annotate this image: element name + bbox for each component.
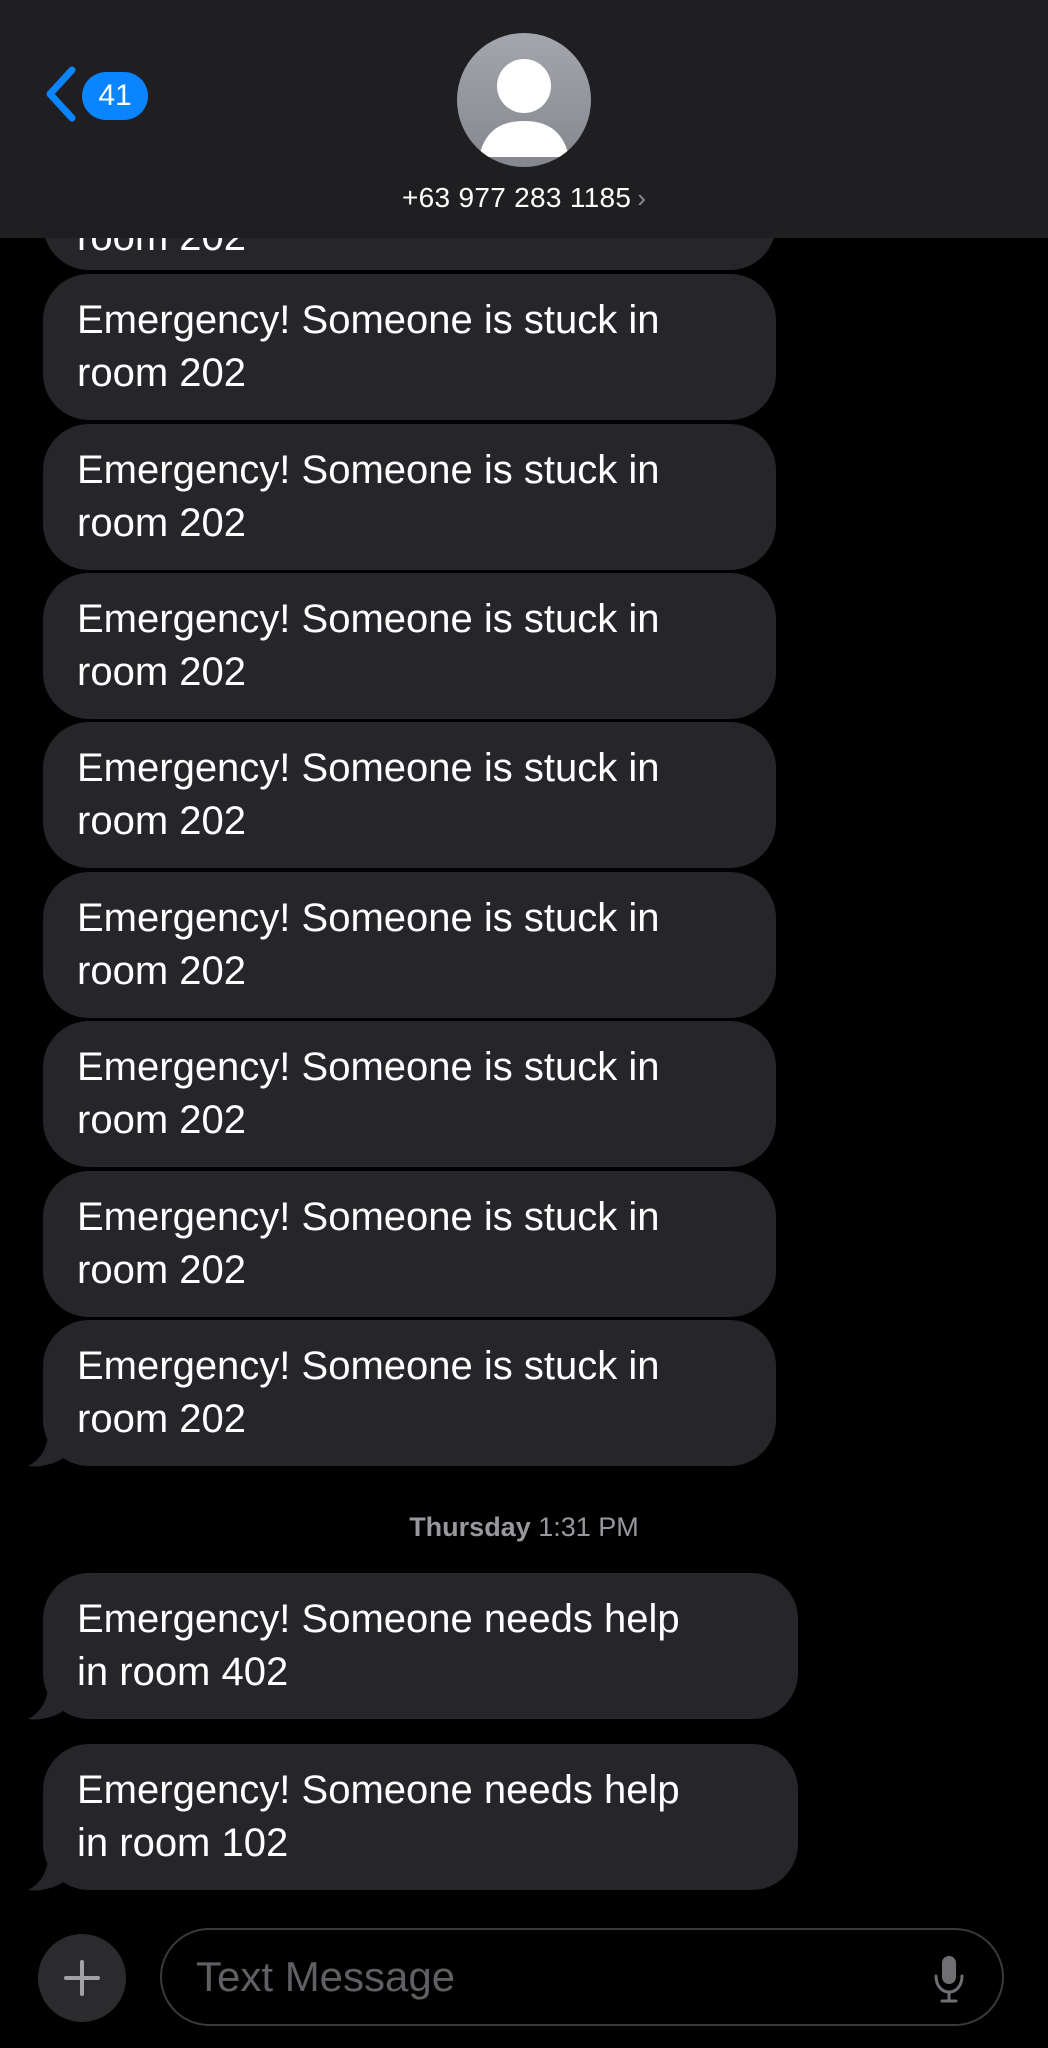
message-text: Emergency! Someone is stuck in room 202 — [77, 298, 660, 395]
message-bubble[interactable]: Emergency! Someone is stuck in room 202 — [43, 573, 776, 719]
message-bubble[interactable]: Emergency! Someone is stuck in room 202 — [43, 1171, 776, 1317]
person-silhouette-icon — [479, 59, 569, 157]
plus-icon — [64, 1960, 100, 1996]
bubble-tail — [28, 1432, 66, 1467]
timestamp-time: 1:31 PM — [538, 1512, 639, 1542]
message-text: Emergency! Someone needs help in room 10… — [77, 1768, 680, 1865]
conversation-header: 41 +63 977 283 1185 › — [0, 0, 1048, 238]
message-input-placeholder: Text Message — [196, 1953, 456, 2000]
message-text: Emergency! Someone needs help in room 40… — [77, 1597, 680, 1694]
message-bubble[interactable]: Emergency! Someone is stuck in room 202 — [43, 722, 776, 868]
chevron-left-icon — [46, 66, 76, 122]
add-attachment-button[interactable] — [38, 1934, 126, 2022]
microphone-icon[interactable] — [932, 1954, 966, 2004]
contact-avatar[interactable] — [457, 33, 591, 167]
message-bubble[interactable]: Emergency! Someone needs help in room 40… — [43, 1573, 798, 1719]
conversation-screen: room 202 Emergency! Someone is stuck in … — [0, 0, 1048, 2048]
timestamp-label: Thursday 1:31 PM — [0, 1512, 1048, 1543]
message-bubble[interactable]: Emergency! Someone is stuck in room 202 — [43, 1021, 776, 1167]
message-text: Emergency! Someone is stuck in room 202 — [77, 1195, 660, 1292]
message-text: Emergency! Someone is stuck in room 202 — [77, 896, 660, 993]
contact-details-button[interactable]: +63 977 283 1185 › — [0, 178, 1048, 218]
message-bubble[interactable]: Emergency! Someone is stuck in room 202 — [43, 424, 776, 570]
message-text: Emergency! Someone is stuck in room 202 — [77, 1344, 660, 1441]
message-text: Emergency! Someone is stuck in room 202 — [77, 597, 660, 694]
message-text: Emergency! Someone is stuck in room 202 — [77, 746, 660, 843]
chevron-right-icon: › — [637, 182, 646, 213]
message-input[interactable]: Text Message — [160, 1928, 1004, 2026]
message-bubble[interactable]: Emergency! Someone needs help in room 10… — [43, 1744, 798, 1890]
contact-name: +63 977 283 1185 — [402, 182, 632, 213]
message-bubble[interactable]: Emergency! Someone is stuck in room 202 — [43, 1320, 776, 1466]
message-text: Emergency! Someone is stuck in room 202 — [77, 448, 660, 545]
message-text: Emergency! Someone is stuck in room 202 — [77, 1045, 660, 1142]
bubble-tail — [28, 1685, 66, 1720]
message-bubble[interactable]: Emergency! Someone is stuck in room 202 — [43, 872, 776, 1018]
message-list[interactable]: room 202 Emergency! Someone is stuck in … — [0, 0, 1048, 1920]
message-bubble[interactable]: Emergency! Someone is stuck in room 202 — [43, 274, 776, 420]
unread-count-badge[interactable]: 41 — [82, 72, 148, 120]
timestamp-day: Thursday — [409, 1512, 531, 1542]
bubble-tail — [28, 1856, 66, 1891]
